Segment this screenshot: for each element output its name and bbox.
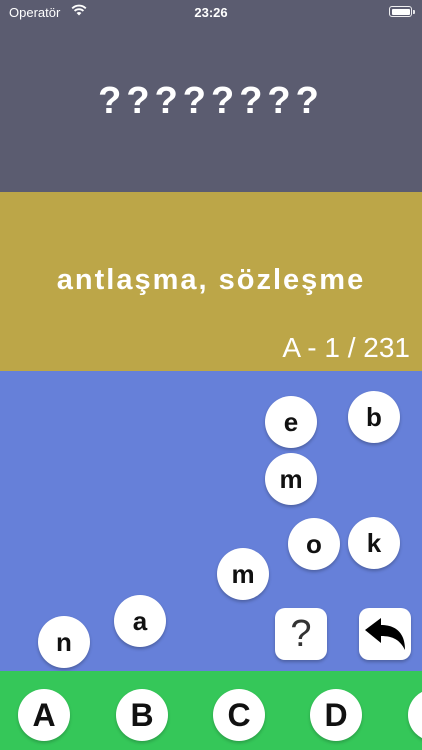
letter-tab-a[interactable]: A <box>18 689 70 741</box>
letter-ball-m[interactable]: m <box>265 453 317 505</box>
progress-counter: A - 1 / 231 <box>282 332 410 363</box>
meaning-panel: antlaşma, sözleşme A - 1 / 231 <box>0 192 422 371</box>
letter-ball-k[interactable]: k <box>348 517 400 569</box>
letter-ball-m-2[interactable]: m <box>217 548 269 600</box>
letter-tab-c[interactable]: C <box>213 689 265 741</box>
hint-question-icon: ? <box>290 612 312 655</box>
letter-tab-b[interactable]: B <box>116 689 168 741</box>
letter-tab-next[interactable] <box>408 689 422 741</box>
hint-button[interactable]: ? <box>275 608 327 660</box>
letter-tab-d[interactable]: D <box>310 689 362 741</box>
clock: 23:26 <box>194 5 228 20</box>
battery-icon <box>389 6 415 17</box>
undo-button[interactable] <box>359 608 411 660</box>
letter-ball-n[interactable]: n <box>38 616 90 668</box>
letter-ball-a[interactable]: a <box>114 595 166 647</box>
status-bar: Operatör 23:26 <box>0 0 422 26</box>
letter-ball-b[interactable]: b <box>348 391 400 443</box>
letter-ball-o[interactable]: o <box>288 518 340 570</box>
masked-word: ???????? <box>98 80 324 122</box>
letter-tab-bar: A B C D <box>0 671 422 750</box>
letter-play-area: e b m o k m a n ? <box>0 371 422 671</box>
letter-ball-e[interactable]: e <box>265 396 317 448</box>
word-meaning: antlaşma, sözleşme <box>56 264 366 296</box>
undo-arrow-icon <box>365 618 405 650</box>
